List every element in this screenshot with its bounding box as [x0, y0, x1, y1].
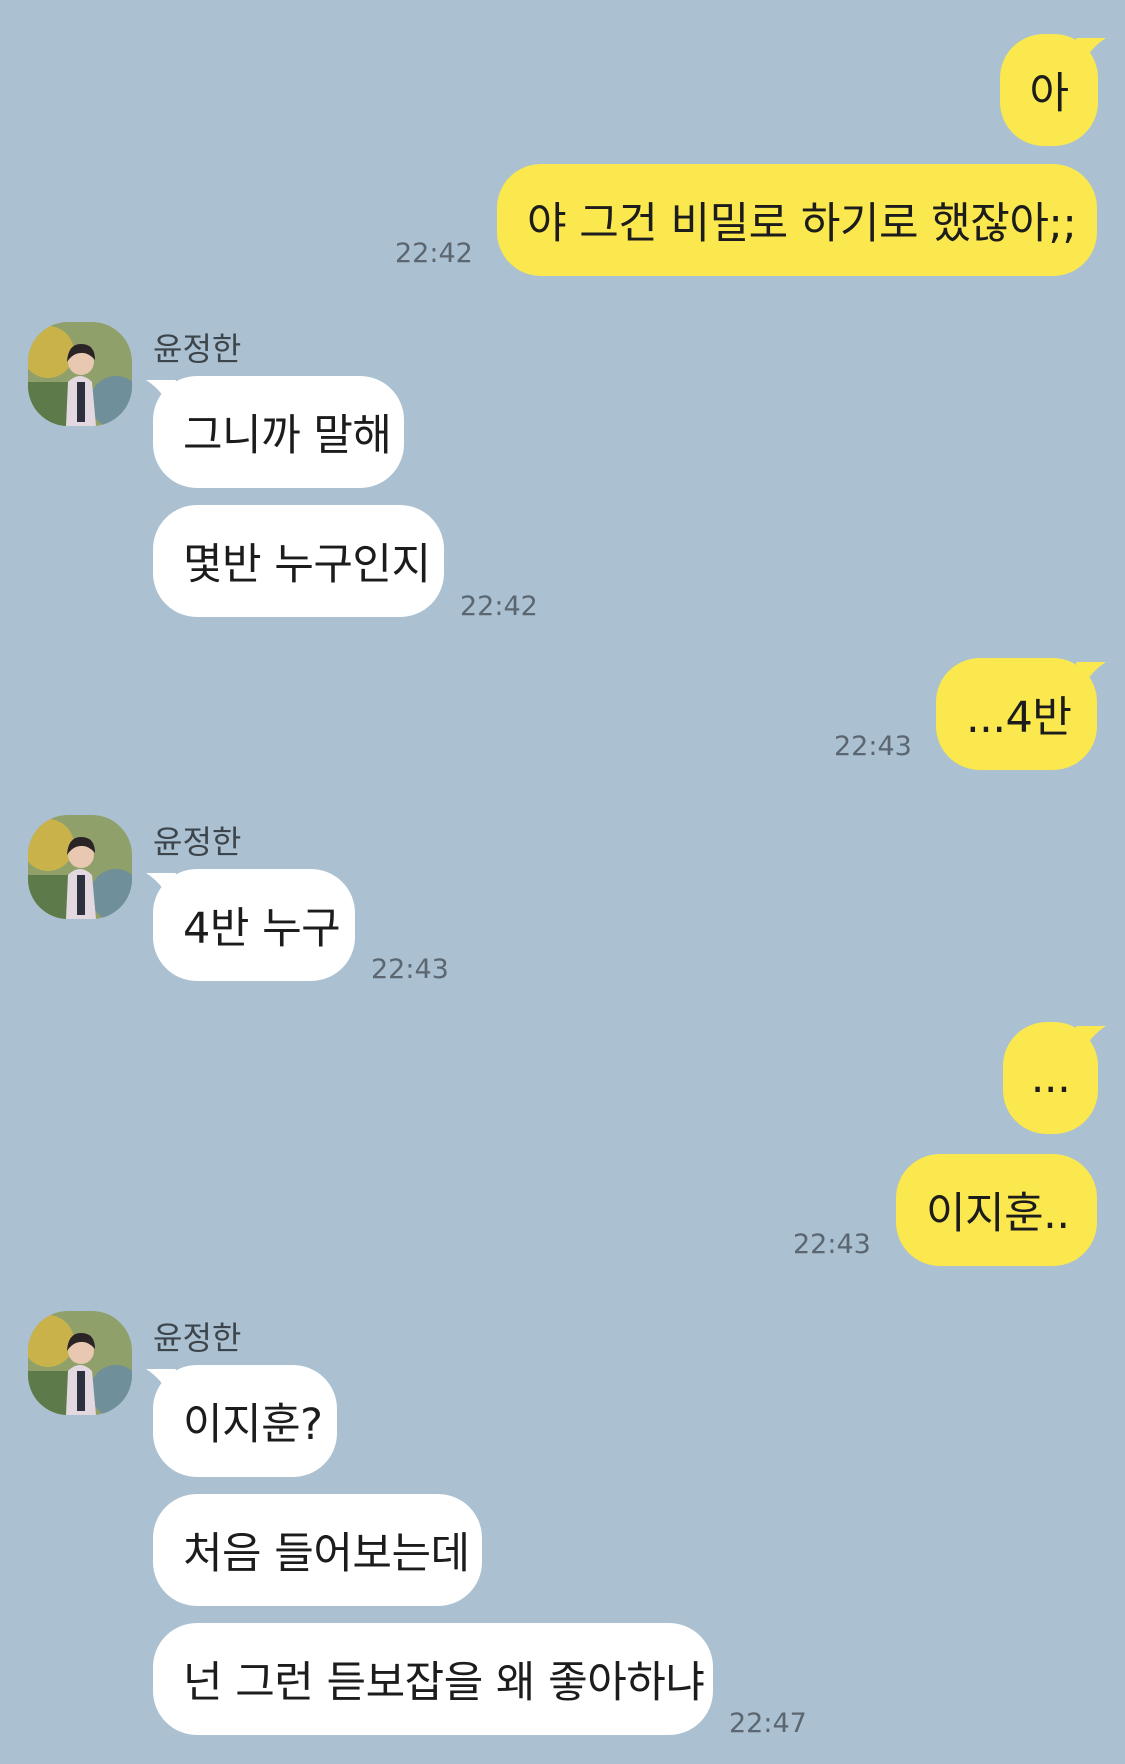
their-message-bubble[interactable]: 4반 누구: [153, 869, 355, 981]
message-timestamp: 22:47: [729, 1708, 807, 1739]
message-text: 몇반 누구인지: [183, 540, 431, 590]
sender-avatar[interactable]: [28, 322, 132, 426]
my-message-bubble[interactable]: 야 그건 비밀로 하기로 했잖아;;: [497, 164, 1097, 276]
sender-name: 윤정한: [153, 1319, 242, 1357]
message-text: 아: [1029, 69, 1069, 119]
message-timestamp: 22:43: [793, 1229, 871, 1260]
profile-photo-icon: [28, 1311, 132, 1415]
sender-avatar[interactable]: [28, 1311, 132, 1415]
message-text: 처음 들어보는데: [183, 1529, 470, 1579]
message-timestamp: 22:43: [371, 954, 449, 985]
message-text: 야 그건 비밀로 하기로 했잖아;;: [527, 199, 1077, 249]
their-message-bubble[interactable]: 이지훈?: [153, 1365, 337, 1477]
message-text: ...4반: [966, 693, 1072, 743]
message-timestamp: 22:42: [460, 591, 538, 622]
bubble-tail-icon: [1076, 38, 1106, 66]
their-message-bubble[interactable]: 처음 들어보는데: [153, 1494, 482, 1606]
message-text: 이지훈..: [926, 1189, 1070, 1239]
message-text: 4반 누구: [183, 904, 341, 954]
sender-avatar[interactable]: [28, 815, 132, 919]
message-timestamp: 22:43: [834, 731, 912, 762]
message-timestamp: 22:42: [395, 238, 473, 269]
sender-name: 윤정한: [153, 823, 242, 861]
message-text: 이지훈?: [183, 1400, 323, 1450]
message-text: 넌 그런 듣보잡을 왜 좋아하냐: [183, 1658, 705, 1708]
my-message-bubble[interactable]: 이지훈..: [896, 1154, 1097, 1266]
message-text: 그니까 말해: [183, 411, 392, 461]
bubble-tail-icon: [1076, 1026, 1106, 1054]
sender-name: 윤정한: [153, 330, 242, 368]
message-text: ...: [1030, 1053, 1071, 1103]
their-message-bubble[interactable]: 몇반 누구인지: [153, 505, 444, 617]
their-message-bubble[interactable]: 넌 그런 듣보잡을 왜 좋아하냐: [153, 1623, 713, 1735]
bubble-tail-icon: [1076, 662, 1106, 690]
profile-photo-icon: [28, 322, 132, 426]
their-message-bubble[interactable]: 그니까 말해: [153, 376, 404, 488]
my-message-bubble[interactable]: ...4반: [936, 658, 1097, 770]
profile-photo-icon: [28, 815, 132, 919]
